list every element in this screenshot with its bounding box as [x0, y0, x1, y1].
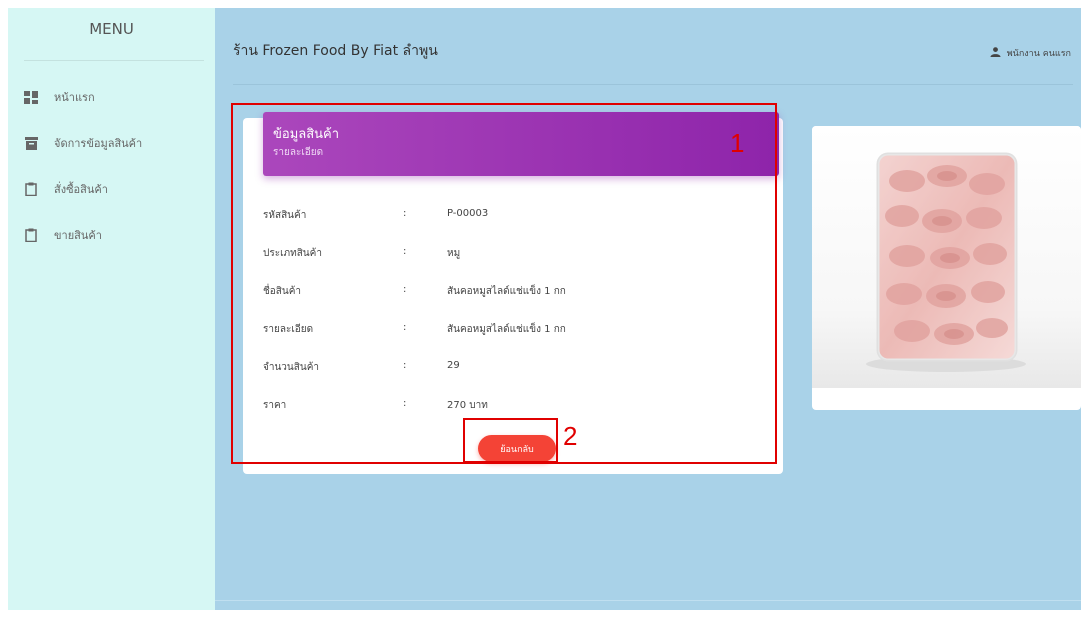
clipboard-icon — [24, 228, 38, 242]
detail-row-quantity: จำนวนสินค้า : 29 — [263, 360, 743, 376]
topbar-divider — [233, 84, 1073, 85]
card-header: ข้อมูลสินค้า รายละเอียด — [263, 112, 779, 176]
detail-value: 29 — [447, 360, 460, 371]
detail-separator: : — [403, 246, 407, 257]
product-image — [812, 126, 1081, 388]
user-name: พนักงาน คนแรก — [1006, 49, 1071, 59]
detail-label: รายละเอียด — [263, 324, 314, 335]
sidebar-item-label: จัดการข้อมูลสินค้า — [54, 137, 143, 150]
detail-row-name: ชื่อสินค้า : สันคอหมูสไลด์แช่แข็ง 1 กก — [263, 284, 743, 300]
sidebar-item-home[interactable]: หน้าแรก — [24, 84, 95, 110]
dashboard-icon — [24, 90, 38, 104]
detail-label: จำนวนสินค้า — [263, 362, 320, 373]
detail-label: ราคา — [263, 400, 287, 411]
detail-separator: : — [403, 208, 407, 219]
person-icon — [990, 46, 1001, 60]
detail-separator: : — [403, 398, 407, 409]
detail-value: 270 บาท — [447, 400, 488, 411]
annotation-label-2: 2 — [563, 421, 578, 451]
detail-label: รหัสสินค้า — [263, 210, 307, 221]
product-detail-card: ข้อมูลสินค้า รายละเอียด รหัสสินค้า : P-0… — [243, 112, 783, 474]
detail-row-type: ประเภทสินค้า : หมู — [263, 246, 743, 262]
detail-separator: : — [403, 360, 407, 371]
detail-row-description: รายละเอียด : สันคอหมูสไลด์แช่แข็ง 1 กก — [263, 322, 743, 338]
user-menu[interactable]: พนักงาน คนแรก — [990, 46, 1071, 60]
card-subtitle: รายละเอียด — [273, 147, 324, 158]
page-title: ร้าน Frozen Food By Fiat ลำพูน — [233, 43, 438, 59]
clipboard-icon — [24, 182, 38, 196]
product-image-card — [812, 126, 1081, 410]
sidebar-title: MENU — [89, 20, 134, 38]
sidebar-item-manage-products[interactable]: จัดการข้อมูลสินค้า — [24, 130, 142, 156]
back-button[interactable]: ย้อนกลับ — [478, 435, 556, 462]
archive-icon — [24, 136, 38, 150]
detail-value: สันคอหมูสไลด์แช่แข็ง 1 กก — [447, 286, 566, 297]
card-title: ข้อมูลสินค้า — [273, 127, 340, 142]
sidebar-item-label: หน้าแรก — [54, 91, 95, 104]
detail-separator: : — [403, 284, 407, 295]
sidebar-item-order[interactable]: สั่งซื้อสินค้า — [24, 176, 108, 202]
detail-label: ประเภทสินค้า — [263, 248, 322, 259]
detail-value: สันคอหมูสไลด์แช่แข็ง 1 กก — [447, 324, 566, 335]
detail-separator: : — [403, 322, 407, 333]
annotation-label-1: 1 — [730, 128, 745, 158]
app-frame: MENU หน้าแรก จัดการข้อมูลสินค้า สั่งซื้อ… — [8, 8, 1081, 610]
detail-label: ชื่อสินค้า — [263, 286, 302, 297]
detail-row-price: ราคา : 270 บาท — [263, 398, 743, 414]
sidebar-divider — [24, 60, 204, 61]
sidebar-item-label: ขายสินค้า — [54, 229, 102, 242]
detail-value: หมู — [447, 248, 461, 259]
footer-divider — [215, 600, 1081, 601]
sidebar-item-label: สั่งซื้อสินค้า — [54, 183, 108, 196]
main-content: ร้าน Frozen Food By Fiat ลำพูน พนักงาน ค… — [215, 8, 1081, 610]
sidebar-item-sell[interactable]: ขายสินค้า — [24, 222, 102, 248]
sidebar: MENU หน้าแรก จัดการข้อมูลสินค้า สั่งซื้อ… — [8, 8, 215, 610]
detail-row-code: รหัสสินค้า : P-00003 — [263, 208, 743, 224]
detail-value: P-00003 — [447, 208, 489, 219]
